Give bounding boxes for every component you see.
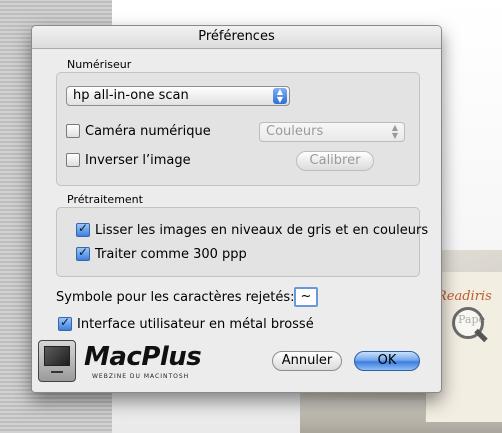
preprocess-group-label: Prétraitement [67, 193, 143, 206]
rejected-symbol-label: Symbole pour les caractères rejetés: [56, 290, 295, 305]
treat-300-checkbox[interactable] [76, 245, 90, 261]
mac-floppy-slot [51, 371, 63, 373]
treat-300-label: Traiter comme 300 ppp [95, 246, 247, 262]
ok-button[interactable]: OK [354, 351, 420, 371]
smooth-images-option[interactable]: Lisser les images en niveaux de gris et … [76, 221, 429, 238]
invert-image-option[interactable]: Inverser l’image [66, 152, 191, 168]
digital-camera-label: Caméra numérique [85, 123, 211, 139]
brushed-metal-checkbox[interactable] [58, 315, 72, 331]
color-mode-value: Couleurs [266, 124, 324, 139]
treat-300-option[interactable]: Traiter comme 300 ppp [76, 245, 247, 262]
macintosh-logo-icon [38, 340, 76, 382]
popup-arrows-icon: ▲ ▼ [391, 123, 399, 140]
smooth-images-label: Lisser les images en niveaux de gris et … [95, 222, 429, 238]
cancel-button[interactable]: Annuler [272, 351, 342, 371]
magazine-brand: Readiris [437, 289, 492, 304]
macplus-logo: MacPlus [84, 342, 202, 372]
calibrate-button[interactable]: Calibrer [296, 151, 374, 171]
smooth-images-checkbox[interactable] [76, 221, 90, 237]
color-mode-popup[interactable]: Couleurs ▲ ▼ [259, 122, 405, 142]
brushed-metal-option[interactable]: Interface utilisateur en métal brossé [58, 315, 314, 332]
scanner-group-label: Numériseur [67, 58, 132, 71]
mac-screen [44, 346, 70, 366]
window-title[interactable]: Préférences [32, 26, 441, 49]
digital-camera-checkbox[interactable] [66, 124, 80, 138]
rejected-symbol-field[interactable]: ~ [294, 287, 318, 307]
brushed-metal-label: Interface utilisateur en métal brossé [77, 316, 314, 332]
invert-image-label: Inverser l’image [85, 152, 191, 168]
digital-camera-option[interactable]: Caméra numérique [66, 123, 211, 139]
scanner-device-popup[interactable]: hp all-in-one scan ▲ ▼ [66, 86, 290, 106]
macplus-tagline: WEBZINE DU MACINTOSH [92, 373, 190, 380]
popup-arrows-icon: ▲ ▼ [273, 88, 287, 104]
invert-image-checkbox[interactable] [66, 153, 80, 167]
preferences-window: Préférences Numériseur hp all-in-one sca… [31, 25, 442, 393]
scanner-device-value: hp all-in-one scan [73, 88, 189, 103]
preprocess-group [56, 207, 420, 277]
